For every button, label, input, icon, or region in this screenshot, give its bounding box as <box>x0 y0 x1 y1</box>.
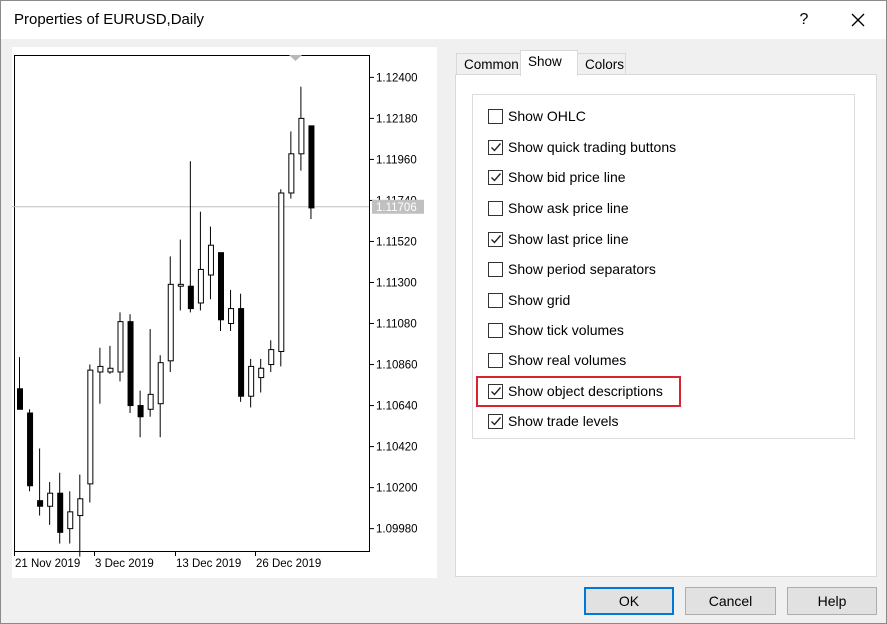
checkbox-checked[interactable] <box>488 413 503 429</box>
y-tick-label: 1.10420 <box>376 442 418 454</box>
y-tick-label: 1.12400 <box>376 72 418 84</box>
candle-bull <box>77 498 84 517</box>
candle-bull <box>288 153 295 194</box>
y-tick-label: 1.10640 <box>376 401 418 413</box>
candle-bull <box>147 393 154 410</box>
checkbox-checked[interactable] <box>488 139 503 155</box>
candle-bull <box>177 283 184 287</box>
option-row[interactable]: Show bid price line <box>488 166 626 188</box>
candle-bull <box>268 349 275 366</box>
option-row[interactable]: Show grid <box>488 289 570 311</box>
candle-bear <box>187 285 194 310</box>
cancel-button[interactable]: Cancel <box>685 587 776 615</box>
candle-bull <box>117 321 124 373</box>
option-row[interactable]: Show OHLC <box>488 105 586 127</box>
candle-bull <box>197 268 204 304</box>
highlight-box <box>476 376 681 407</box>
option-row[interactable]: Show last price line <box>488 228 629 250</box>
candle-bull <box>87 369 94 485</box>
option-label: Show ask price line <box>508 200 629 216</box>
close-button[interactable] <box>835 1 881 39</box>
candle-bear <box>238 308 245 397</box>
window-title: Properties of EURUSD,Daily <box>14 11 205 28</box>
chart-preview: 1.124001.121801.119601.117401.115201.113… <box>12 47 437 578</box>
checkbox-unchecked[interactable] <box>488 322 503 338</box>
help-button[interactable]: Help <box>787 587 877 615</box>
x-tick-label: 26 Dec 2019 <box>256 558 321 570</box>
candle-bull <box>97 365 104 373</box>
candle-bear <box>57 492 64 533</box>
y-tick-label: 1.10860 <box>376 360 418 372</box>
option-row[interactable]: Show trade levels <box>488 410 619 432</box>
option-label: Show OHLC <box>508 108 586 124</box>
candle-bull <box>67 511 74 530</box>
checkbox-unchecked[interactable] <box>488 292 503 308</box>
checkmark-icon <box>490 417 501 426</box>
properties-dialog: Properties of EURUSD,Daily ? 1.12400 1.12… <box>0 0 887 624</box>
checkmark-icon <box>490 235 501 244</box>
candle-bull <box>157 362 164 405</box>
y-tick-label: 1.11960 <box>376 154 417 166</box>
help-title-button[interactable]: ? <box>781 1 827 39</box>
candle-bull <box>167 283 174 362</box>
candle-bear <box>17 388 23 410</box>
candle-bull <box>298 117 305 155</box>
tab-show[interactable]: Show <box>520 50 578 76</box>
y-tick-label: 1.11300 <box>376 277 417 289</box>
candle-bull <box>207 244 214 276</box>
candle-bull <box>278 192 285 352</box>
checkmark-icon <box>490 173 501 182</box>
option-label: Show tick volumes <box>508 322 624 338</box>
option-row[interactable]: Show real volumes <box>488 349 626 371</box>
tab-label: Colors <box>585 57 625 72</box>
candle-bull <box>107 367 114 373</box>
candle-bear <box>127 321 134 407</box>
y-tick-label: 1.11520 <box>376 236 417 248</box>
candle-bear <box>218 252 224 321</box>
checkmark-icon <box>490 143 501 152</box>
candle-bull <box>248 365 255 397</box>
option-row[interactable]: Show period separators <box>488 258 656 280</box>
option-label: Show bid price line <box>508 169 626 185</box>
option-row[interactable]: Show tick volumes <box>488 319 624 341</box>
checkbox-unchecked[interactable] <box>488 200 503 216</box>
option-label: Show trade levels <box>508 413 619 429</box>
checkbox-unchecked[interactable] <box>488 108 503 124</box>
y-tick-label: 1.09980 <box>376 524 418 536</box>
option-label: Show real volumes <box>508 352 627 368</box>
question-icon: ? <box>799 11 809 28</box>
candle-bull <box>47 492 54 507</box>
option-label: Show period separators <box>508 261 656 277</box>
candle-bear <box>137 405 144 418</box>
tab-colors[interactable]: Colors <box>577 53 626 75</box>
candle-bear <box>27 412 34 487</box>
checkbox-checked[interactable] <box>488 231 503 247</box>
ok-button[interactable]: OK <box>584 587 674 615</box>
tab-label: Show <box>528 54 562 69</box>
candle-bull <box>228 308 235 325</box>
option-label: Show quick trading buttons <box>508 139 677 155</box>
option-row[interactable]: Show quick trading buttons <box>488 136 676 158</box>
x-tick-label: 3 Dec 2019 <box>95 558 154 570</box>
close-icon <box>851 13 865 27</box>
candle-bull <box>258 367 265 379</box>
bid-price-label: 1.11706 <box>376 202 417 214</box>
y-tick-label: 1.10200 <box>376 483 418 495</box>
option-row[interactable]: Show ask price line <box>488 197 629 219</box>
checkbox-unchecked[interactable] <box>488 352 503 368</box>
option-label: Show grid <box>508 292 571 308</box>
x-tick-label: 13 Dec 2019 <box>176 558 241 570</box>
y-tick-label: 1.11080 <box>376 319 417 331</box>
y-tick-label: 1.12180 <box>376 113 418 125</box>
tab-label: Common <box>464 57 519 72</box>
candlestick-chart: 1.124001.121801.119601.117401.115201.113… <box>12 55 424 570</box>
candle-bear <box>308 125 315 209</box>
tab-common[interactable]: Common <box>456 53 522 75</box>
checkbox-checked[interactable] <box>488 169 503 185</box>
x-tick-label: 21 Nov 2019 <box>15 558 80 570</box>
candle-bear <box>37 500 44 507</box>
checkbox-unchecked[interactable] <box>488 261 503 277</box>
title-bar: Properties of EURUSD,Daily ? <box>1 1 886 39</box>
option-label: Show last price line <box>508 231 629 247</box>
